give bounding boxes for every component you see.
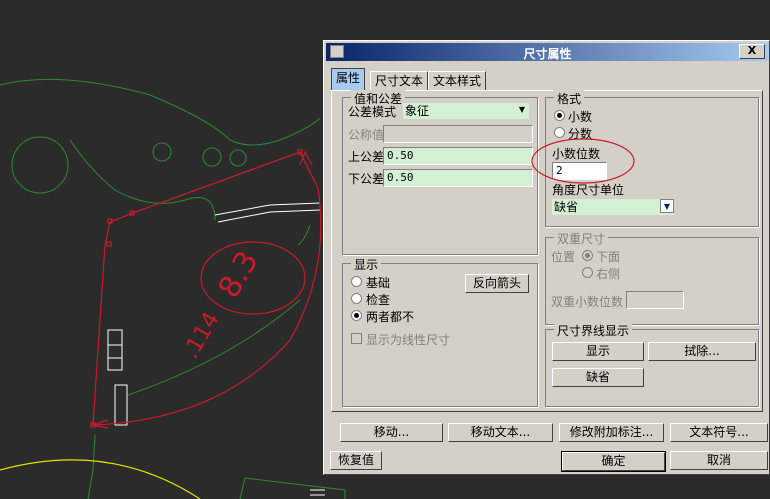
- neither-radio[interactable]: [351, 310, 362, 321]
- edge-segment-1: [214, 202, 321, 223]
- properties-panel: 值和公差 公差模式 象征 ▼ 公称值 上公差 0.50 下公差 0.50 格式 …: [331, 90, 763, 412]
- basic-label: 基础: [366, 276, 391, 290]
- inspection-label: 检查: [366, 293, 391, 307]
- witness-line-group: 尺寸界线显示 显示 拭除... 缺省: [545, 322, 759, 407]
- dimension-properties-dialog: 尺寸属性 X 属性 尺寸文本 文本样式 值和公差 公差模式 象征 ▼ 公称值 上…: [323, 40, 770, 475]
- edge-block-1: [107, 329, 123, 371]
- outline-curve-top: [0, 78, 321, 146]
- dim-line-outer: [92, 151, 319, 426]
- dual-group-title: 双重尺寸: [554, 230, 609, 247]
- default-witness-button[interactable]: 缺省: [552, 368, 644, 387]
- outline-arc-inner: [127, 299, 301, 396]
- hole-small-2: [202, 147, 222, 167]
- format-group: 格式 小数 分数 小数位数 2 角度尺寸单位 缺省 ▼: [531, 90, 759, 227]
- inspection-radio[interactable]: [351, 293, 362, 304]
- outline-curve-right: [297, 224, 311, 246]
- tolerance-mode-value: 象征: [405, 104, 430, 118]
- erase-witness-button[interactable]: 拭除...: [648, 342, 756, 361]
- linear-label: 显示为线性尺寸: [366, 333, 451, 347]
- angle-unit-value: 缺省: [554, 200, 579, 214]
- angle-unit-label: 角度尺寸单位: [552, 183, 625, 197]
- below-label: 下面: [596, 250, 621, 264]
- neither-label: 两者都不: [366, 310, 415, 324]
- nominal-label: 公称值: [348, 128, 385, 142]
- tab-dimension-text[interactable]: 尺寸文本: [370, 71, 429, 90]
- lower-tolerance-field[interactable]: 0.50: [383, 169, 533, 187]
- dual-decimals-label: 双重小数位数: [551, 295, 624, 309]
- below-radio[interactable]: [582, 250, 593, 261]
- display-group: 显示 基础 检查 两者都不 反向箭头 显示为线性尺寸: [342, 256, 538, 407]
- basic-radio[interactable]: [351, 276, 362, 287]
- angle-unit-dropdown[interactable]: 缺省 ▼: [552, 199, 674, 215]
- ok-button[interactable]: 确定: [561, 451, 666, 472]
- highlight-ellipse: [531, 138, 635, 184]
- dim-node-1: [106, 241, 112, 247]
- nominal-field[interactable]: [383, 125, 533, 143]
- format-group-title: 格式: [554, 90, 585, 107]
- right-label: 右侧: [596, 267, 621, 281]
- close-button[interactable]: X: [739, 44, 765, 59]
- tab-text-style[interactable]: 文本样式: [428, 71, 487, 90]
- dim-text-main: 8.3: [212, 245, 266, 304]
- edge-block-2: [114, 384, 128, 426]
- text-symbol-button[interactable]: 文本符号...: [670, 423, 768, 442]
- display-group-title: 显示: [351, 256, 382, 273]
- edge-bottom: [310, 489, 325, 496]
- right-radio[interactable]: [582, 267, 593, 278]
- dual-dimension-group: 双重尺寸 位置 下面 右侧 双重小数位数: [545, 230, 759, 325]
- upper-tolerance-field[interactable]: 0.50: [383, 147, 533, 165]
- dual-decimals-field[interactable]: [626, 291, 684, 309]
- hole-small-3: [229, 149, 247, 167]
- lower-tolerance-label: 下公差: [348, 172, 385, 186]
- move-button[interactable]: 移动...: [340, 423, 443, 442]
- outline-bottom-left: [87, 434, 96, 499]
- tolerance-mode-dropdown[interactable]: 象征 ▼: [403, 103, 529, 119]
- linear-checkbox[interactable]: [351, 333, 362, 344]
- tolerance-mode-label: 公差模式: [348, 105, 397, 119]
- chevron-down-icon[interactable]: ▼: [660, 199, 674, 213]
- tab-properties[interactable]: 属性: [331, 68, 366, 91]
- dim-text-sub: .114: [179, 308, 225, 363]
- flip-arrows-button[interactable]: 反向箭头: [465, 274, 529, 293]
- position-label: 位置: [551, 250, 576, 264]
- chevron-down-icon[interactable]: ▼: [515, 103, 529, 117]
- show-witness-button[interactable]: 显示: [552, 342, 644, 361]
- restore-button[interactable]: 恢复值: [330, 451, 382, 470]
- yellow-arc: [0, 459, 201, 499]
- move-text-button[interactable]: 移动文本...: [448, 423, 553, 442]
- tolerance-group: 值和公差 公差模式 象征 ▼ 公称值 上公差 0.50 下公差 0.50: [342, 90, 538, 255]
- hole-small-1: [152, 142, 172, 162]
- decimal-radio[interactable]: [554, 110, 565, 121]
- dialog-titlebar: 尺寸属性 X: [326, 43, 769, 61]
- modify-note-button[interactable]: 修改附加标注...: [559, 423, 664, 442]
- outline-bottom-right: [239, 477, 346, 499]
- hole-large: [11, 136, 69, 194]
- cancel-button[interactable]: 取消: [670, 451, 768, 470]
- witness-group-title: 尺寸界线显示: [554, 322, 633, 339]
- decimal-label: 小数: [568, 110, 593, 124]
- upper-tolerance-label: 上公差: [348, 150, 385, 164]
- outline-arc-left: [69, 139, 216, 221]
- dialog-title: 尺寸属性: [523, 47, 572, 61]
